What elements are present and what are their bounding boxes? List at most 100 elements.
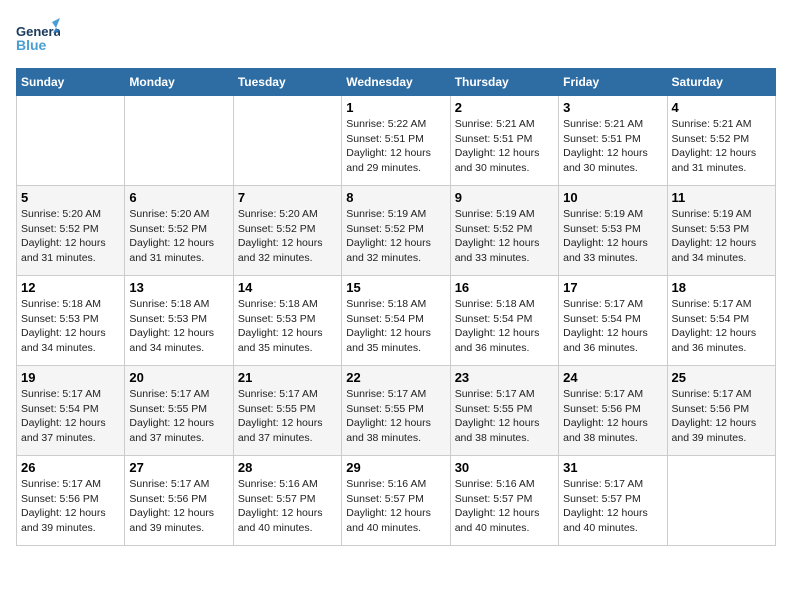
day-info: Sunrise: 5:21 AMSunset: 5:51 PMDaylight:… xyxy=(563,117,662,176)
day-number: 18 xyxy=(672,280,771,295)
weekday-header-row: SundayMondayTuesdayWednesdayThursdayFrid… xyxy=(17,69,776,96)
calendar-cell: 22 Sunrise: 5:17 AMSunset: 5:55 PMDayligh… xyxy=(342,366,450,456)
day-info: Sunrise: 5:18 AMSunset: 5:53 PMDaylight:… xyxy=(21,297,120,356)
calendar-cell: 2Sunrise: 5:21 AMSunset: 5:51 PMDaylight… xyxy=(450,96,558,186)
calendar-cell: 13 Sunrise: 5:18 AMSunset: 5:53 PMDayligh… xyxy=(125,276,233,366)
day-info: Sunrise: 5:17 AMSunset: 5:55 PMDaylight:… xyxy=(455,387,554,446)
day-info: Sunrise: 5:18 AMSunset: 5:53 PMDaylight:… xyxy=(129,297,228,356)
day-info: Sunrise: 5:17 AMSunset: 5:55 PMDaylight:… xyxy=(346,387,445,446)
calendar-cell: 5 Sunrise: 5:20 AMSunset: 5:52 PMDaylight… xyxy=(17,186,125,276)
calendar-week-row: 19 Sunrise: 5:17 AMSunset: 5:54 PMDayligh… xyxy=(17,366,776,456)
day-info: Sunrise: 5:22 AMSunset: 5:51 PMDaylight:… xyxy=(346,117,445,176)
day-info: Sunrise: 5:20 AMSunset: 5:52 PMDaylight:… xyxy=(129,207,228,266)
day-number: 25 xyxy=(672,370,771,385)
logo: General Blue xyxy=(16,16,60,60)
weekday-header-saturday: Saturday xyxy=(667,69,775,96)
day-info: Sunrise: 5:19 AMSunset: 5:52 PMDaylight:… xyxy=(346,207,445,266)
calendar-cell: 27 Sunrise: 5:17 AMSunset: 5:56 PMDayligh… xyxy=(125,456,233,546)
day-info: Sunrise: 5:16 AMSunset: 5:57 PMDaylight:… xyxy=(455,477,554,536)
day-number: 15 xyxy=(346,280,445,295)
day-number: 27 xyxy=(129,460,228,475)
day-number: 24 xyxy=(563,370,662,385)
calendar-week-row: 12Sunrise: 5:18 AMSunset: 5:53 PMDayligh… xyxy=(17,276,776,366)
day-info: Sunrise: 5:17 AMSunset: 5:54 PMDaylight:… xyxy=(21,387,120,446)
day-number: 17 xyxy=(563,280,662,295)
calendar-cell: 21 Sunrise: 5:17 AMSunset: 5:55 PMDayligh… xyxy=(233,366,341,456)
day-number: 29 xyxy=(346,460,445,475)
day-info: Sunrise: 5:17 AMSunset: 5:54 PMDaylight:… xyxy=(563,297,662,356)
day-info: Sunrise: 5:19 AMSunset: 5:53 PMDaylight:… xyxy=(563,207,662,266)
calendar-cell xyxy=(17,96,125,186)
calendar-week-row: 1Sunrise: 5:22 AMSunset: 5:51 PMDaylight… xyxy=(17,96,776,186)
svg-text:Blue: Blue xyxy=(16,37,47,53)
calendar-cell: 25 Sunrise: 5:17 AMSunset: 5:56 PMDayligh… xyxy=(667,366,775,456)
calendar-cell: 4 Sunrise: 5:21 AMSunset: 5:52 PMDaylight… xyxy=(667,96,775,186)
calendar-cell: 10 Sunrise: 5:19 AMSunset: 5:53 PMDayligh… xyxy=(559,186,667,276)
calendar-cell: 24 Sunrise: 5:17 AMSunset: 5:56 PMDayligh… xyxy=(559,366,667,456)
weekday-header-tuesday: Tuesday xyxy=(233,69,341,96)
day-number: 13 xyxy=(129,280,228,295)
day-info: Sunrise: 5:17 AMSunset: 5:55 PMDaylight:… xyxy=(238,387,337,446)
calendar-cell: 19 Sunrise: 5:17 AMSunset: 5:54 PMDayligh… xyxy=(17,366,125,456)
calendar-cell: 31Sunrise: 5:17 AMSunset: 5:57 PMDayligh… xyxy=(559,456,667,546)
calendar-cell xyxy=(125,96,233,186)
weekday-header-sunday: Sunday xyxy=(17,69,125,96)
day-number: 11 xyxy=(672,190,771,205)
calendar-cell: 20 Sunrise: 5:17 AMSunset: 5:55 PMDayligh… xyxy=(125,366,233,456)
day-number: 9 xyxy=(455,190,554,205)
day-info: Sunrise: 5:17 AMSunset: 5:56 PMDaylight:… xyxy=(672,387,771,446)
day-number: 16 xyxy=(455,280,554,295)
day-number: 28 xyxy=(238,460,337,475)
page-header: General Blue xyxy=(16,16,776,60)
day-info: Sunrise: 5:16 AMSunset: 5:57 PMDaylight:… xyxy=(346,477,445,536)
calendar-cell: 16 Sunrise: 5:18 AMSunset: 5:54 PMDayligh… xyxy=(450,276,558,366)
calendar-cell: 26Sunrise: 5:17 AMSunset: 5:56 PMDayligh… xyxy=(17,456,125,546)
weekday-header-wednesday: Wednesday xyxy=(342,69,450,96)
day-info: Sunrise: 5:19 AMSunset: 5:53 PMDaylight:… xyxy=(672,207,771,266)
day-number: 2 xyxy=(455,100,554,115)
day-number: 6 xyxy=(129,190,228,205)
calendar-cell: 8 Sunrise: 5:19 AMSunset: 5:52 PMDaylight… xyxy=(342,186,450,276)
day-number: 10 xyxy=(563,190,662,205)
day-info: Sunrise: 5:17 AMSunset: 5:56 PMDaylight:… xyxy=(21,477,120,536)
day-info: Sunrise: 5:20 AMSunset: 5:52 PMDaylight:… xyxy=(21,207,120,266)
day-number: 3 xyxy=(563,100,662,115)
calendar-cell: 12Sunrise: 5:18 AMSunset: 5:53 PMDayligh… xyxy=(17,276,125,366)
calendar-cell xyxy=(233,96,341,186)
day-info: Sunrise: 5:19 AMSunset: 5:52 PMDaylight:… xyxy=(455,207,554,266)
calendar-cell: 3 Sunrise: 5:21 AMSunset: 5:51 PMDaylight… xyxy=(559,96,667,186)
calendar-cell: 29 Sunrise: 5:16 AMSunset: 5:57 PMDayligh… xyxy=(342,456,450,546)
day-number: 21 xyxy=(238,370,337,385)
day-info: Sunrise: 5:21 AMSunset: 5:52 PMDaylight:… xyxy=(672,117,771,176)
calendar-cell: 28Sunrise: 5:16 AMSunset: 5:57 PMDayligh… xyxy=(233,456,341,546)
day-number: 20 xyxy=(129,370,228,385)
day-info: Sunrise: 5:17 AMSunset: 5:55 PMDaylight:… xyxy=(129,387,228,446)
calendar-cell: 9 Sunrise: 5:19 AMSunset: 5:52 PMDaylight… xyxy=(450,186,558,276)
calendar-week-row: 26Sunrise: 5:17 AMSunset: 5:56 PMDayligh… xyxy=(17,456,776,546)
day-info: Sunrise: 5:17 AMSunset: 5:56 PMDaylight:… xyxy=(129,477,228,536)
weekday-header-thursday: Thursday xyxy=(450,69,558,96)
day-info: Sunrise: 5:17 AMSunset: 5:56 PMDaylight:… xyxy=(563,387,662,446)
day-number: 19 xyxy=(21,370,120,385)
calendar-cell: 23Sunrise: 5:17 AMSunset: 5:55 PMDayligh… xyxy=(450,366,558,456)
day-info: Sunrise: 5:18 AMSunset: 5:54 PMDaylight:… xyxy=(455,297,554,356)
calendar-cell: 15Sunrise: 5:18 AMSunset: 5:54 PMDayligh… xyxy=(342,276,450,366)
day-number: 22 xyxy=(346,370,445,385)
day-number: 14 xyxy=(238,280,337,295)
weekday-header-friday: Friday xyxy=(559,69,667,96)
day-number: 31 xyxy=(563,460,662,475)
day-number: 8 xyxy=(346,190,445,205)
day-info: Sunrise: 5:18 AMSunset: 5:53 PMDaylight:… xyxy=(238,297,337,356)
calendar-cell: 7Sunrise: 5:20 AMSunset: 5:52 PMDaylight… xyxy=(233,186,341,276)
day-number: 4 xyxy=(672,100,771,115)
calendar-cell: 1Sunrise: 5:22 AMSunset: 5:51 PMDaylight… xyxy=(342,96,450,186)
calendar-cell: 11 Sunrise: 5:19 AMSunset: 5:53 PMDayligh… xyxy=(667,186,775,276)
calendar-cell xyxy=(667,456,775,546)
day-info: Sunrise: 5:17 AMSunset: 5:54 PMDaylight:… xyxy=(672,297,771,356)
calendar-cell: 30 Sunrise: 5:16 AMSunset: 5:57 PMDayligh… xyxy=(450,456,558,546)
calendar-table: SundayMondayTuesdayWednesdayThursdayFrid… xyxy=(16,68,776,546)
calendar-cell: 18 Sunrise: 5:17 AMSunset: 5:54 PMDayligh… xyxy=(667,276,775,366)
logo-icon: General Blue xyxy=(16,16,60,60)
day-number: 30 xyxy=(455,460,554,475)
day-number: 5 xyxy=(21,190,120,205)
